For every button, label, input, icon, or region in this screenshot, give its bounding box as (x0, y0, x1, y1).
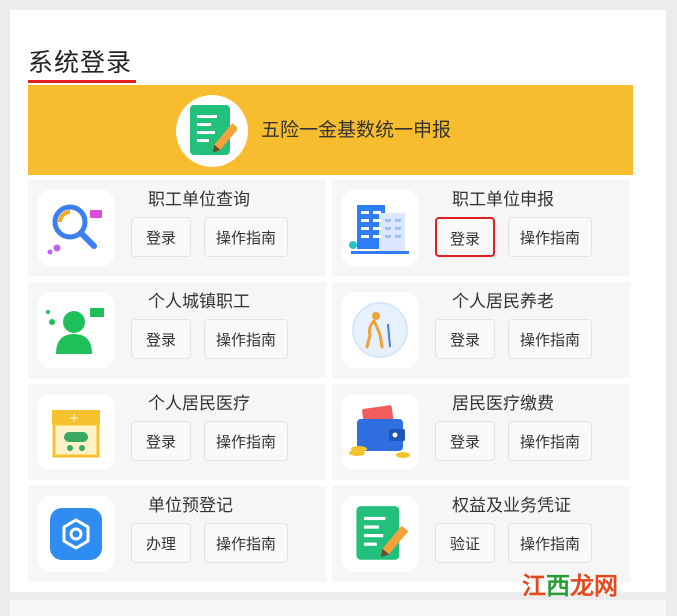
banner-label: 五险一金基数统一申报 (261, 119, 452, 141)
card-employer-query: 职工单位查询 登录 操作指南 (28, 180, 326, 276)
verify-button[interactable]: 验证 (435, 523, 495, 563)
guide-button[interactable]: 操作指南 (204, 523, 288, 563)
watermark-char: 西 (546, 571, 570, 600)
guide-button[interactable]: 操作指南 (508, 319, 592, 359)
card-title: 职工单位申报 (452, 190, 554, 210)
banner-unified-declaration[interactable]: 五险一金基数统一申报 (28, 85, 633, 175)
guide-button[interactable]: 操作指南 (508, 523, 592, 563)
card-resident-pension: 个人居民养老 登录 操作指南 (332, 282, 630, 378)
login-button[interactable]: 登录 (131, 319, 191, 359)
guide-button[interactable]: 操作指南 (508, 217, 592, 257)
card-title: 居民医疗缴费 (452, 394, 554, 414)
card-title: 个人城镇职工 (148, 292, 250, 312)
title-underline (28, 80, 136, 83)
person-chat-icon (38, 292, 114, 368)
login-button[interactable]: 登录 (435, 421, 495, 461)
watermark-char: 江 (522, 571, 546, 600)
login-button[interactable]: 登录 (131, 421, 191, 461)
login-button[interactable]: 登录 (435, 319, 495, 359)
wallet-coins-icon (342, 394, 418, 470)
page-title: 系统登录 (28, 48, 133, 77)
guide-button[interactable]: 操作指南 (204, 319, 288, 359)
guide-button[interactable]: 操作指南 (508, 421, 592, 461)
guide-button[interactable]: 操作指南 (204, 217, 288, 257)
login-button[interactable]: 登录 (435, 217, 495, 257)
site-watermark: 江西龙网 (522, 566, 618, 601)
handle-button[interactable]: 办理 (131, 523, 191, 563)
hexagon-settings-icon (38, 496, 114, 572)
card-resident-medical-payment: 居民医疗缴费 登录 操作指南 (332, 384, 630, 480)
card-resident-medical: + 个人居民医疗 登录 操作指南 (28, 384, 326, 480)
card-employer-preregistration: 单位预登记 办理 操作指南 (28, 486, 326, 582)
card-title: 单位预登记 (148, 496, 233, 516)
card-title: 权益及业务凭证 (452, 496, 571, 516)
card-title: 职工单位查询 (148, 190, 250, 210)
building-icon (342, 190, 418, 266)
svg-text:+: + (69, 411, 79, 425)
document-edit-icon (176, 95, 248, 167)
login-button[interactable]: 登录 (131, 217, 191, 257)
elderly-person-icon (342, 292, 418, 368)
pharmacy-store-icon: + (38, 394, 114, 470)
document-edit-icon (342, 496, 418, 572)
guide-button[interactable]: 操作指南 (204, 421, 288, 461)
card-urban-employee: 个人城镇职工 登录 操作指南 (28, 282, 326, 378)
card-title: 个人居民医疗 (148, 394, 250, 414)
next-panel-edge (10, 600, 666, 616)
card-employer-declaration: 职工单位申报 登录 操作指南 (332, 180, 630, 276)
watermark-char: 龙网 (570, 571, 618, 600)
magnifier-chat-icon (38, 190, 114, 266)
card-title: 个人居民养老 (452, 292, 554, 312)
